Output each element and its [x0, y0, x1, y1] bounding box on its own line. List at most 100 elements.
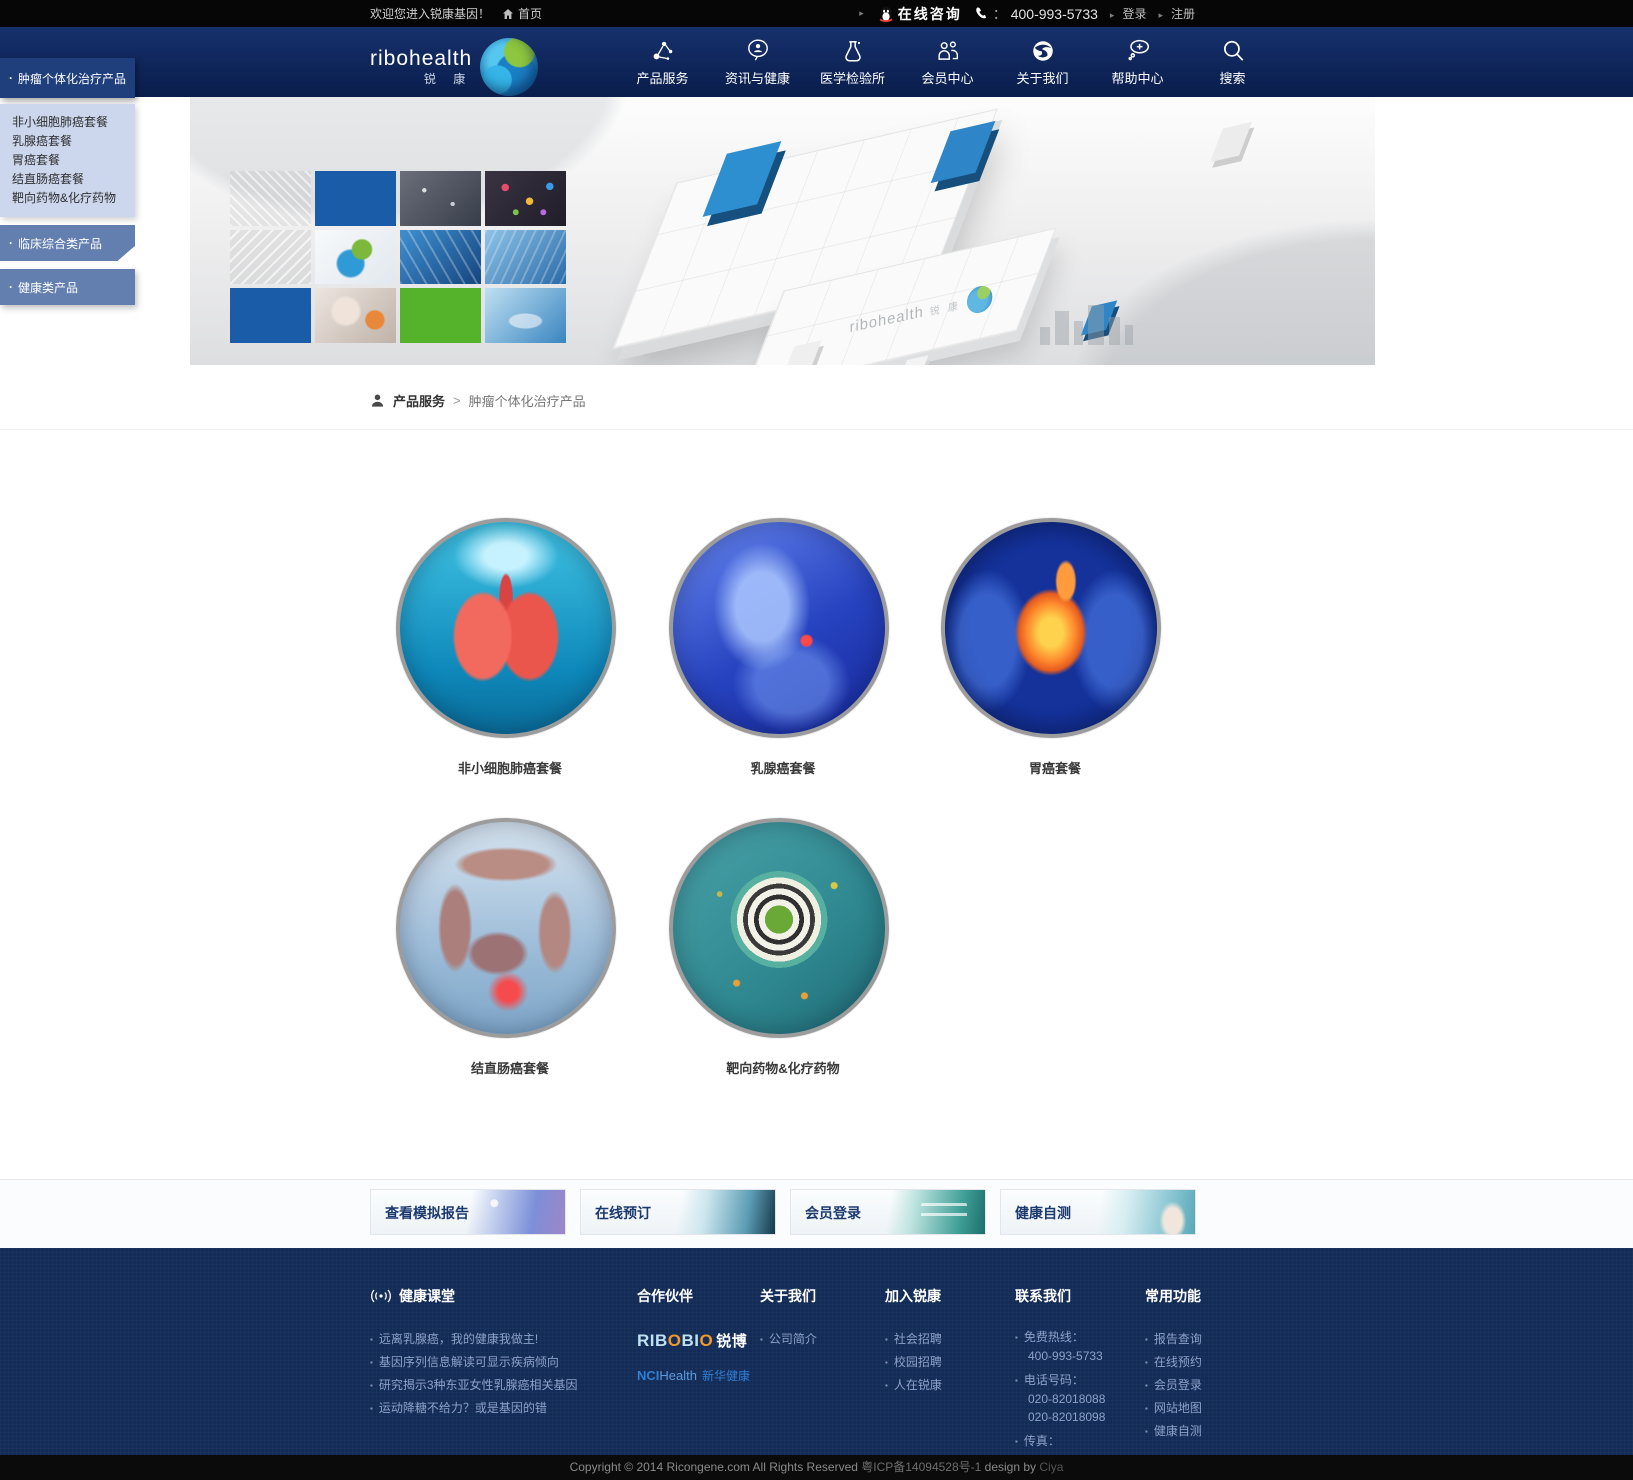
help-bubble-icon — [1125, 38, 1151, 64]
molecule-icon — [650, 38, 676, 64]
menu-item-lab[interactable]: 医学检验所 — [805, 27, 900, 97]
quicklink-label: 在线预订 — [595, 1203, 651, 1223]
home-icon — [502, 8, 514, 20]
breadcrumb-current: 肿瘤个体化治疗产品 — [469, 391, 586, 410]
product-label: 乳腺癌套餐 — [669, 758, 897, 777]
footer-link-campus-recruit[interactable]: 校园招聘 — [885, 1351, 1003, 1374]
footer-link-article[interactable]: 运动降糖不给力？或是基因的错 — [370, 1397, 625, 1420]
footer-title-about: 关于我们 — [760, 1286, 872, 1306]
quicklink-image — [464, 1190, 565, 1234]
banner-tile-dna — [485, 230, 566, 285]
quicklink-image — [1094, 1190, 1195, 1234]
home-link[interactable]: 首页 — [502, 5, 542, 22]
sidebar-sub-nsclc[interactable]: 非小细胞肺癌套餐 — [12, 113, 129, 132]
footer-title-join: 加入锐康 — [885, 1286, 1003, 1306]
watermark-globe-icon — [967, 284, 992, 316]
footer-link-report-query[interactable]: 报告查询 — [1145, 1328, 1257, 1351]
product-label: 胃癌套餐 — [941, 758, 1169, 777]
register-link[interactable]: 注册 — [1158, 5, 1195, 22]
menu-item-search[interactable]: 搜索 — [1185, 27, 1280, 97]
footer-title-label: 健康课堂 — [399, 1286, 455, 1306]
footer-link-article[interactable]: 研究揭示3种东亚女性乳腺癌相关基因 — [370, 1374, 625, 1397]
sidebar-submenu: 非小细胞肺癌套餐 乳腺癌套餐 胃癌套餐 结直肠癌套餐 靶向药物&化疗药物 — [0, 104, 135, 217]
footer-link-sitemap[interactable]: 网站地图 — [1145, 1397, 1257, 1420]
product-card-breast[interactable]: 乳腺癌套餐 — [669, 518, 897, 777]
footer-link-article[interactable]: 基因序列信息解读可显示疾病倾向 — [370, 1351, 625, 1374]
contact-tel-number: 020-82018098 — [1015, 1408, 1137, 1426]
page: 欢迎您进入锐康基因！ 首页 在线咨询 ： 400-993-573 — [0, 0, 1633, 1480]
menu-item-help[interactable]: 帮助中心 — [1090, 27, 1185, 97]
footer-title-functions: 常用功能 — [1145, 1286, 1257, 1306]
topbar-left: 欢迎您进入锐康基因！ 首页 — [370, 5, 542, 22]
footer-col-contact: 联系我们 免费热线： 400-993-5733 电话号码： 020-820180… — [1015, 1248, 1137, 1451]
logo-text: ribohealth 锐 康 — [370, 47, 472, 87]
sidebar-sub-targeted-drugs[interactable]: 靶向药物&化疗药物 — [12, 189, 129, 208]
footer-link-member-login[interactable]: 会员登录 — [1145, 1374, 1257, 1397]
menu-item-products[interactable]: 产品服务 — [615, 27, 710, 97]
contact-tel-number: 020-82018088 — [1015, 1390, 1137, 1408]
topbar: 欢迎您进入锐康基因！ 首页 在线咨询 ： 400-993-573 — [0, 0, 1633, 27]
colon-illustration — [396, 818, 616, 1038]
menu-item-about[interactable]: 关于我们 — [995, 27, 1090, 97]
login-link[interactable]: 登录 — [1110, 5, 1147, 22]
breast-illustration — [669, 518, 889, 738]
footer-link-health-selftest[interactable]: 健康自测 — [1145, 1420, 1257, 1443]
breadcrumb: 产品服务 > 肿瘤个体化治疗产品 — [370, 391, 586, 410]
banner-tile — [230, 230, 311, 285]
quicklink-view-sample-report[interactable]: 查看模拟报告 — [370, 1189, 566, 1235]
ribohealth-globe-icon — [480, 38, 538, 96]
footer-col-join: 加入锐康 社会招聘 校园招聘 人在锐康 — [885, 1248, 1003, 1397]
contact-fax-label: 传真： — [1015, 1432, 1137, 1451]
sidebar-sub-stomach[interactable]: 胃癌套餐 — [12, 151, 129, 170]
qq-penguin-icon — [879, 6, 893, 22]
menu-item-members[interactable]: 会员中心 — [900, 27, 995, 97]
quicklink-member-login[interactable]: 会员登录 — [790, 1189, 986, 1235]
banner-tile-dna — [400, 230, 481, 285]
logo[interactable]: ribohealth 锐 康 — [370, 38, 538, 96]
white-cube — [1210, 122, 1252, 163]
menu-label: 关于我们 — [1016, 68, 1068, 87]
sidebar-item-clinical-products[interactable]: 临床综合类产品 — [0, 225, 135, 261]
sidebar-item-health-products[interactable]: 健康类产品 — [0, 269, 135, 305]
breadcrumb-root[interactable]: 产品服务 — [393, 391, 445, 410]
menu-label: 资讯与健康 — [725, 68, 790, 87]
banner-tile-logo — [315, 230, 396, 285]
footer-health-list: 远离乳腺癌，我的健康我做主! 基因序列信息解读可显示疾病倾向 研究揭示3种东亚女… — [370, 1328, 625, 1420]
quicklink-health-selftest[interactable]: 健康自测 — [1000, 1189, 1196, 1235]
welcome-text: 欢迎您进入锐康基因！ — [370, 5, 490, 22]
footer-link-article[interactable]: 远离乳腺癌，我的健康我做主! — [370, 1328, 625, 1351]
icp-number: 粤ICP备14094528号-1 — [861, 1460, 981, 1474]
ribobio-logo[interactable]: RIBOBIO锐博 — [637, 1330, 755, 1351]
footer-link-company-profile[interactable]: 公司简介 — [760, 1328, 872, 1351]
sidebar-item-tumor-products[interactable]: 肿瘤个体化治疗产品 — [0, 58, 135, 98]
footer-link-people[interactable]: 人在锐康 — [885, 1374, 1003, 1397]
sidebar-sub-breast[interactable]: 乳腺癌套餐 — [12, 132, 129, 151]
designer-link[interactable]: Ciya — [1039, 1460, 1063, 1474]
lungs-illustration — [396, 518, 616, 738]
product-card-colorectal[interactable]: 结直肠癌套餐 — [396, 818, 624, 1077]
sidebar: 肿瘤个体化治疗产品 非小细胞肺癌套餐 乳腺癌套餐 胃癌套餐 结直肠癌套餐 靶向药… — [0, 58, 135, 305]
online-consult-label: 在线咨询 — [898, 4, 962, 24]
ncihealth-logo[interactable]: NCIHealth新华健康 — [637, 1367, 755, 1384]
footer-title-health-class: 健康课堂 — [370, 1286, 625, 1306]
menu-item-news-health[interactable]: 资讯与健康 — [710, 27, 805, 97]
menu-label: 会员中心 — [921, 68, 973, 87]
online-consult-link[interactable]: 在线咨询 — [859, 4, 962, 24]
quicklink-image — [884, 1190, 985, 1234]
product-card-nsclc[interactable]: 非小细胞肺癌套餐 — [396, 518, 624, 777]
sidebar-sub-colorectal[interactable]: 结直肠癌套餐 — [12, 170, 129, 189]
banner-cubes: ribohealth 锐 康 — [610, 107, 1370, 363]
footer-link-social-recruit[interactable]: 社会招聘 — [885, 1328, 1003, 1351]
design-by-text: design by — [981, 1460, 1039, 1474]
product-label: 非小细胞肺癌套餐 — [396, 758, 624, 777]
product-card-stomach[interactable]: 胃癌套餐 — [941, 518, 1169, 777]
banner-tile-dna — [400, 171, 481, 226]
globe-icon — [1030, 38, 1056, 64]
quicklink-strip: 查看模拟报告 在线预订 会员登录 健康自测 — [0, 1179, 1633, 1248]
members-icon — [935, 38, 961, 64]
quicklink-online-booking[interactable]: 在线预订 — [580, 1189, 776, 1235]
product-card-targeted-drugs[interactable]: 靶向药物&化疗药物 — [669, 818, 897, 1077]
broadcast-icon — [370, 1289, 392, 1303]
topbar-right: 在线咨询 ： 400-993-5733 登录 注册 — [859, 4, 1195, 24]
footer-link-online-booking[interactable]: 在线预约 — [1145, 1351, 1257, 1374]
